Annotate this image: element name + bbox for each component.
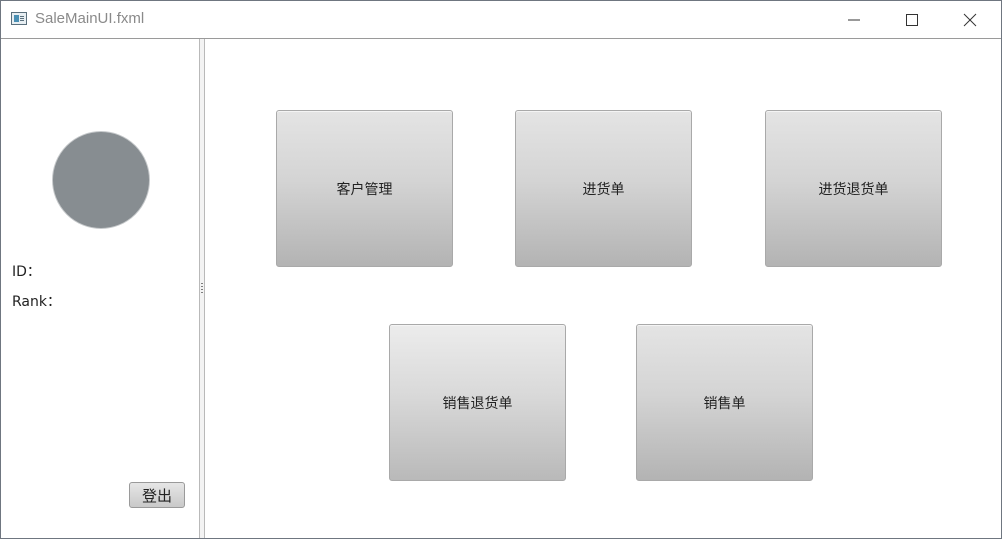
title-bar[interactable]: SaleMainUI.fxml: [1, 1, 1001, 39]
close-icon: [963, 13, 977, 27]
user-id-label: ID：: [12, 264, 41, 280]
close-button[interactable]: [941, 1, 999, 38]
customer-management-button[interactable]: 客户管理: [276, 110, 453, 267]
window-title: SaleMainUI.fxml: [35, 10, 145, 27]
minimize-icon: [848, 19, 860, 21]
main-menu-panel: 客户管理 进货单 进货退货单 销售退货单 销售单: [205, 39, 1001, 538]
maximize-button[interactable]: [883, 1, 941, 38]
user-rank-label: Rank：: [12, 294, 61, 310]
user-info-panel: ID： Rank： 登出: [1, 39, 199, 538]
avatar: [52, 131, 150, 229]
maximize-icon: [906, 14, 918, 26]
divider-grip-icon[interactable]: [201, 283, 203, 295]
app-window: SaleMainUI.fxml ID： Rank： 登出 客户管理 进货单 进货…: [0, 0, 1002, 539]
minimize-button[interactable]: [825, 1, 883, 38]
purchase-order-button[interactable]: 进货单: [515, 110, 692, 267]
sales-return-order-button[interactable]: 销售退货单: [389, 324, 566, 481]
sales-order-button[interactable]: 销售单: [636, 324, 813, 481]
logout-button[interactable]: 登出: [129, 482, 185, 508]
app-icon: [11, 12, 27, 25]
purchase-return-order-button[interactable]: 进货退货单: [765, 110, 942, 267]
